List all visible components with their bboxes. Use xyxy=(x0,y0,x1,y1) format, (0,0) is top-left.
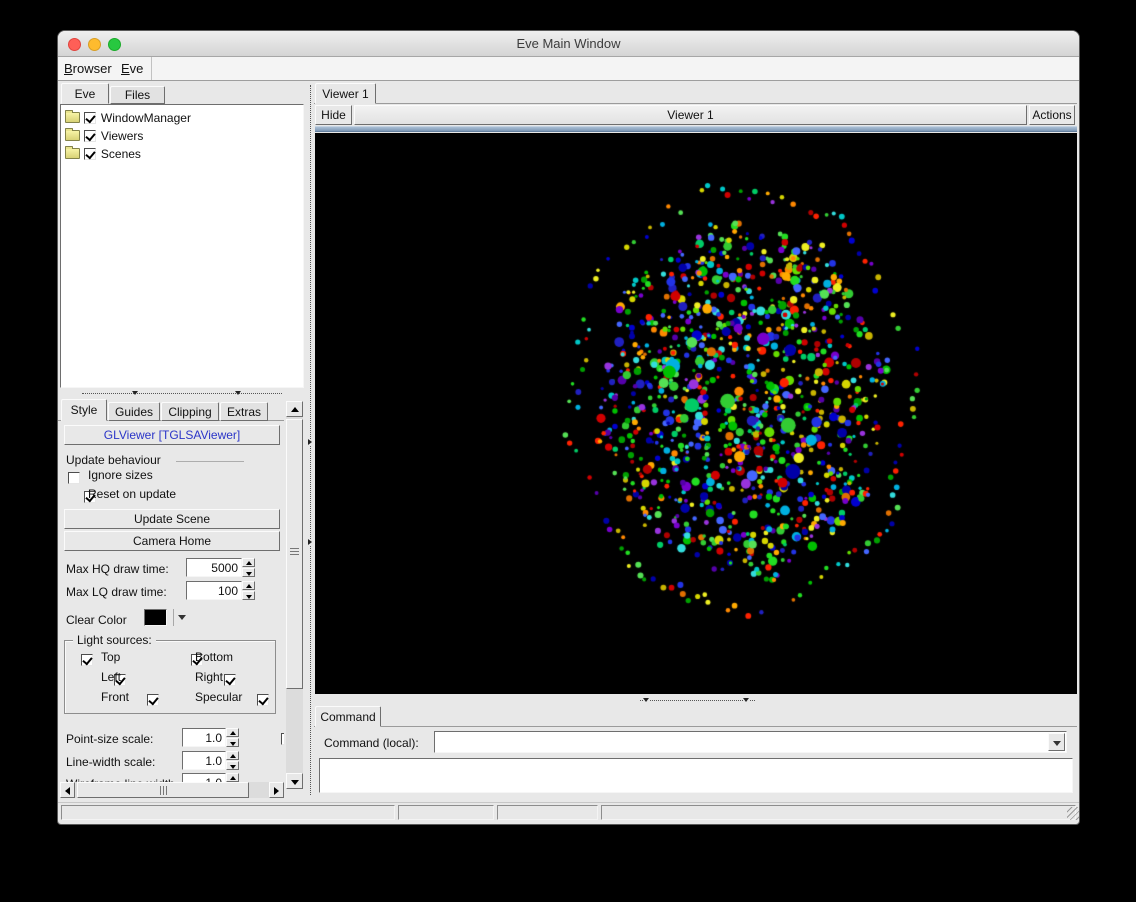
viewer-focus-strip xyxy=(315,126,1077,132)
wireframe-spinner[interactable] xyxy=(226,773,239,782)
scroll-down-button[interactable] xyxy=(286,773,303,789)
tab-guides[interactable]: Guides xyxy=(108,402,160,421)
tab-extras[interactable]: Extras xyxy=(220,402,268,421)
menubar-divider xyxy=(151,57,152,80)
splitter-arrow-icon xyxy=(308,539,312,545)
hide-button[interactable]: Hide xyxy=(315,105,352,125)
scroll-up-button[interactable] xyxy=(286,401,303,417)
tree-row[interactable]: Viewers xyxy=(65,127,143,145)
update-behaviour-title: Update behaviour xyxy=(66,453,161,467)
menu-browser[interactable]: Browser xyxy=(64,61,112,76)
light-right-label: Right xyxy=(195,670,224,684)
command-dropdown-button[interactable] xyxy=(1048,733,1065,751)
style-panel: Style Guides Clipping Extras GLViewer [T… xyxy=(58,399,306,799)
tree-checkbox[interactable] xyxy=(84,129,97,142)
status-segment xyxy=(398,805,494,820)
line-width-field[interactable]: 1.0 xyxy=(182,751,226,770)
tree-item-label[interactable]: WindowManager xyxy=(101,111,191,125)
command-local-label: Command (local): xyxy=(324,736,419,750)
folder-icon xyxy=(65,146,80,160)
style-panel-hscrollbar[interactable] xyxy=(60,782,284,798)
tab-clipping[interactable]: Clipping xyxy=(161,402,219,421)
status-segment xyxy=(497,805,598,820)
menubar: Browser Eve xyxy=(58,57,1079,81)
point-size-label: Point-size scale: xyxy=(66,732,154,746)
update-scene-button[interactable]: Update Scene xyxy=(64,509,280,529)
light-top-checkbox[interactable] xyxy=(81,653,93,666)
max-lq-spinner[interactable] xyxy=(242,581,255,600)
light-specular-label: Specular xyxy=(195,690,243,704)
viewer-titlebar[interactable]: Viewer 1 xyxy=(354,105,1027,125)
tree-item-label[interactable]: Viewers xyxy=(101,129,143,143)
splitter-arrow-icon xyxy=(743,698,749,702)
light-top-label: Top xyxy=(101,650,121,664)
light-left-label: Left xyxy=(101,670,122,684)
point-size-spinner[interactable] xyxy=(226,728,239,747)
folder-icon xyxy=(65,110,80,124)
wireframe-field[interactable]: 1.0 xyxy=(182,773,226,782)
point-size-checkbox[interactable] xyxy=(280,732,284,745)
tab-command[interactable]: Command xyxy=(315,706,381,727)
eve-tree: WindowManager Viewers Scenes xyxy=(60,104,304,388)
window-titlebar[interactable]: Eve Main Window xyxy=(58,31,1079,57)
right-horizontal-splitter[interactable] xyxy=(315,696,1077,705)
light-front-label: Front xyxy=(101,690,130,704)
glviewer-button[interactable]: GLViewer [TGLSAViewer] xyxy=(64,425,280,445)
tab-viewer-1[interactable]: Viewer 1 xyxy=(315,83,376,104)
max-lq-label: Max LQ draw time: xyxy=(66,585,167,599)
max-hq-field[interactable]: 5000 xyxy=(186,558,242,577)
status-segment xyxy=(601,805,1076,820)
reset-on-update-label: Reset on update xyxy=(88,487,177,501)
light-sources-title: Light sources: xyxy=(73,633,156,647)
line-width-spinner[interactable] xyxy=(226,751,239,770)
max-lq-field[interactable]: 100 xyxy=(186,581,242,600)
resize-grip[interactable] xyxy=(1067,807,1079,820)
light-sources-group: Light sources: Top Bottom Left Right Fro… xyxy=(64,633,276,714)
style-panel-vscrollbar[interactable] xyxy=(286,401,303,789)
tree-row[interactable]: WindowManager xyxy=(65,109,191,127)
tree-item-label[interactable]: Scenes xyxy=(101,147,141,161)
light-front-checkbox[interactable] xyxy=(146,693,159,706)
command-input[interactable] xyxy=(434,731,1067,753)
max-hq-label: Max HQ draw time: xyxy=(66,562,169,576)
hscroll-thumb[interactable] xyxy=(77,782,249,798)
ignore-sizes-label: Ignore sizes xyxy=(88,468,153,482)
eve-main-window: Eve Main Window Browser Eve Eve Files Wi… xyxy=(57,30,1080,825)
light-right-checkbox[interactable] xyxy=(224,673,237,686)
left-horizontal-splitter[interactable] xyxy=(60,388,304,399)
splitter-arrow-icon xyxy=(235,391,241,395)
clear-color-label: Clear Color xyxy=(66,613,127,627)
splitter-arrow-icon xyxy=(308,439,312,445)
clear-color-swatch[interactable] xyxy=(144,609,167,626)
max-hq-spinner[interactable] xyxy=(242,558,255,577)
style-panel-body: GLViewer [TGLSAViewer] Update behaviour … xyxy=(58,421,284,782)
gl-viewport-canvas[interactable] xyxy=(315,133,1077,694)
light-bottom-label: Bottom xyxy=(195,650,234,664)
point-size-field[interactable]: 1.0 xyxy=(182,728,226,747)
tab-eve[interactable]: Eve xyxy=(61,83,109,104)
tab-style[interactable]: Style xyxy=(61,399,107,421)
light-specular-checkbox[interactable] xyxy=(257,693,270,706)
vscroll-thumb[interactable] xyxy=(286,419,303,689)
splitter-arrow-icon xyxy=(643,698,649,702)
ignore-sizes-checkbox[interactable] xyxy=(68,471,80,484)
line-width-label: Line-width scale: xyxy=(66,755,156,769)
scroll-left-button[interactable] xyxy=(60,782,75,798)
tree-row[interactable]: Scenes xyxy=(65,145,141,163)
menu-eve[interactable]: Eve xyxy=(121,61,143,76)
scroll-right-button[interactable] xyxy=(269,782,284,798)
status-segment xyxy=(61,805,395,820)
camera-home-button[interactable]: Camera Home xyxy=(64,531,280,551)
clear-color-dropdown-icon[interactable] xyxy=(178,615,186,620)
status-bar xyxy=(58,802,1079,821)
splitter-arrow-icon xyxy=(132,391,138,395)
tree-checkbox[interactable] xyxy=(84,147,97,160)
vertical-splitter[interactable] xyxy=(306,81,314,799)
tab-files[interactable]: Files xyxy=(110,86,165,104)
actions-button[interactable]: Actions xyxy=(1029,105,1075,125)
folder-icon xyxy=(65,128,80,142)
window-title: Eve Main Window xyxy=(516,36,621,51)
command-output[interactable] xyxy=(319,758,1073,793)
tree-checkbox[interactable] xyxy=(84,111,97,124)
